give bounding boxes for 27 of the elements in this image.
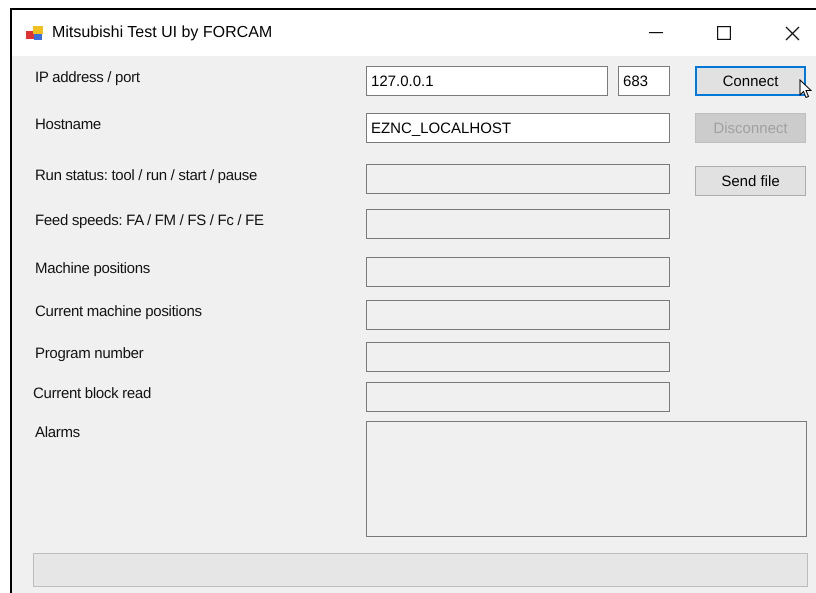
field-label: Hostname (35, 115, 102, 133)
field-label: Current machine positions (35, 302, 203, 320)
cursor-icon (799, 79, 812, 99)
field-label: Run status: tool / run / start / pause (35, 166, 258, 184)
app-icon (26, 25, 44, 41)
alarms-box[interactable] (366, 421, 807, 537)
button[interactable]: Send file (695, 166, 806, 196)
input-field[interactable]: EZNC_LOCALHOST (366, 113, 670, 143)
minimize-icon[interactable] (649, 32, 663, 34)
button[interactable]: Connect (695, 66, 806, 96)
close-icon[interactable] (785, 26, 800, 40)
field-label: Feed speeds: FA / FM / FS / Fc / FE (35, 211, 265, 229)
field-label: Machine positions (35, 259, 151, 277)
maximize-icon[interactable] (717, 26, 731, 40)
input-field[interactable] (366, 164, 670, 194)
field-label: Alarms (35, 423, 81, 441)
input-field[interactable] (366, 342, 670, 372)
input-field[interactable] (366, 257, 670, 287)
input-field[interactable] (366, 300, 670, 330)
field-label: Program number (35, 344, 144, 362)
window-title: Mitsubishi Test UI by FORCAM (52, 24, 272, 42)
input-field[interactable] (366, 382, 670, 412)
port-field[interactable]: 683 (618, 66, 670, 96)
input-field[interactable] (366, 209, 670, 239)
field-label: Current block read (33, 384, 152, 402)
input-field[interactable]: 127.0.0.1 (366, 66, 608, 96)
field-label: IP address / port (35, 68, 141, 86)
